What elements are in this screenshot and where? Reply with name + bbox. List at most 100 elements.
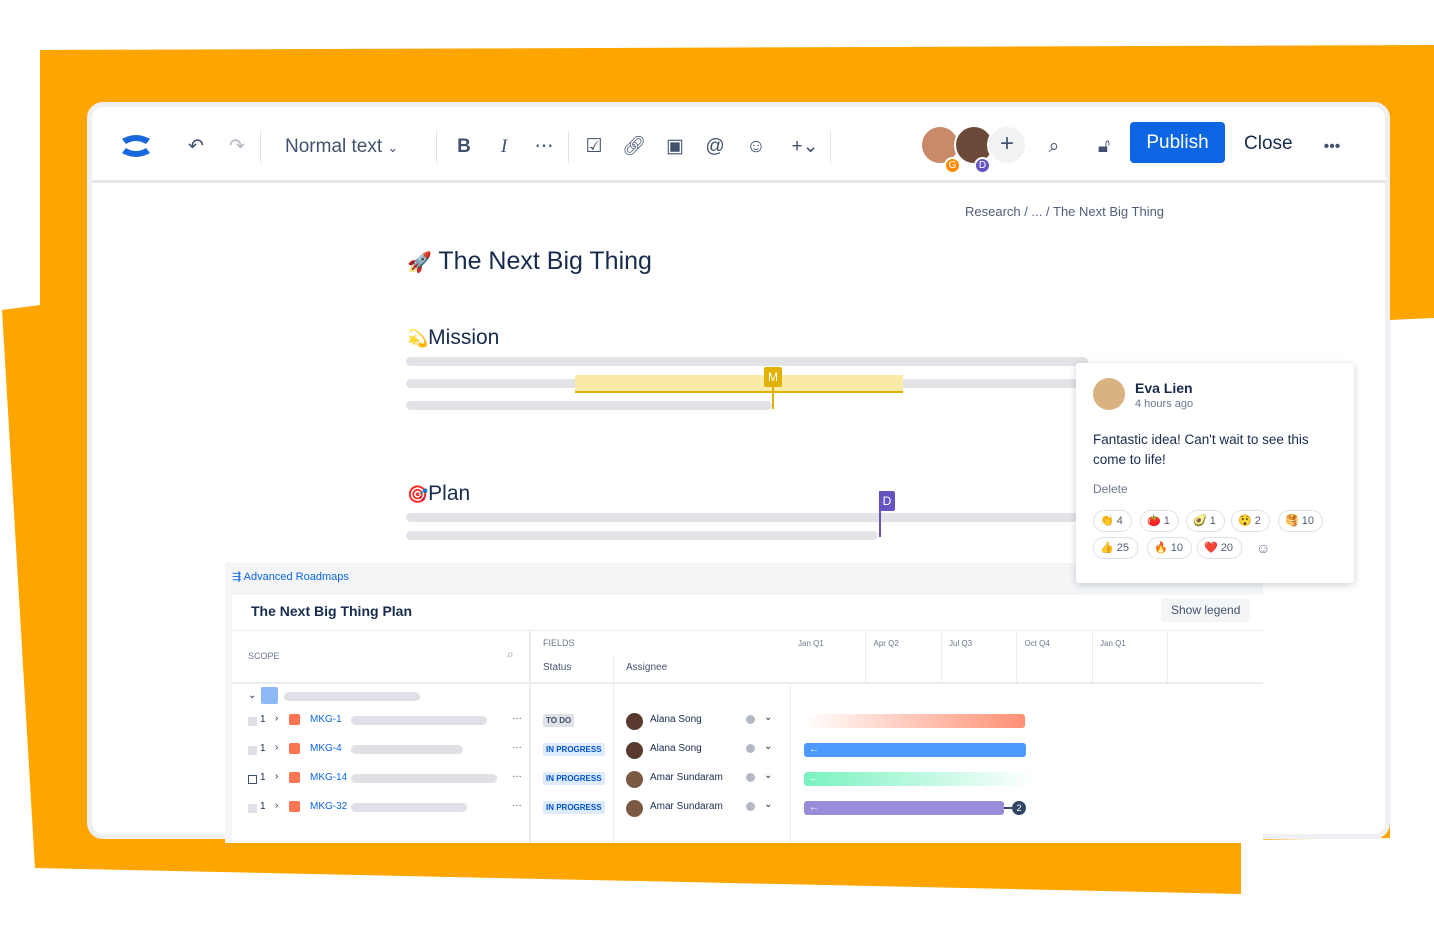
row-checkbox[interactable]: [248, 775, 257, 784]
reaction-count: 20: [1220, 542, 1234, 554]
expand-chevron-icon[interactable]: ⌄: [248, 690, 256, 701]
clear-assignee-icon[interactable]: [746, 773, 755, 782]
placeholder-line: [406, 357, 1088, 366]
row-more-icon[interactable]: …: [512, 769, 522, 780]
scope-header: SCOPE: [248, 651, 280, 661]
close-button[interactable]: Close: [1244, 133, 1293, 155]
row-more-icon[interactable]: …: [512, 711, 522, 722]
epic-icon: [289, 772, 300, 783]
row-checkbox[interactable]: [248, 746, 257, 755]
table-row[interactable]: 1 › MKG-32 … IN PROGRESS Amar Sundaram ⌄…: [232, 795, 1263, 824]
placeholder-line: [351, 745, 463, 754]
table-row[interactable]: 1 › MKG-1 … TO DO Alana Song ⌄: [232, 708, 1263, 737]
divider: [260, 131, 261, 163]
clear-assignee-icon[interactable]: [746, 802, 755, 811]
target-icon: 🎯: [407, 485, 429, 504]
reaction-pill[interactable]: 🔥 10: [1147, 537, 1193, 559]
publish-button[interactable]: Publish: [1130, 122, 1225, 163]
row-more-icon[interactable]: …: [512, 740, 522, 751]
redo-icon[interactable]: ↷: [225, 133, 249, 161]
table-row[interactable]: 1 › MKG-4 … IN PROGRESS Alana Song ⌄ ←: [232, 737, 1263, 766]
status-lozenge[interactable]: IN PROGRESS: [543, 801, 605, 814]
status-lozenge[interactable]: IN PROGRESS: [543, 743, 605, 756]
scope-search-icon[interactable]: ⌕: [507, 647, 514, 662]
highlighted-text[interactable]: [575, 375, 903, 393]
assignee-dropdown-chevron-icon[interactable]: ⌄: [764, 712, 772, 723]
reaction-count: 1: [1209, 515, 1216, 527]
epic-icon: [289, 801, 300, 812]
row-checkbox[interactable]: [248, 717, 257, 726]
reaction-count: 4: [1116, 515, 1123, 527]
expand-row-chevron-icon[interactable]: ›: [275, 713, 278, 724]
delete-comment-link[interactable]: Delete: [1093, 482, 1128, 496]
divider: [232, 630, 1263, 631]
placeholder-line: [406, 513, 1078, 522]
image-icon[interactable]: ▣: [663, 133, 687, 161]
status-lozenge[interactable]: TO DO: [543, 714, 575, 727]
issue-key-link[interactable]: MKG-4: [310, 743, 342, 754]
timeline-bar[interactable]: ←: [804, 772, 1034, 786]
roadmap-embed: ⇶ Advanced Roadmaps The Next Big Thing P…: [225, 563, 1263, 843]
reaction-pill[interactable]: 👏 4: [1093, 510, 1132, 532]
status-column-header: Status: [543, 662, 572, 673]
reaction-emoji-icon: 🥑: [1193, 515, 1207, 527]
epic-icon: [289, 714, 300, 725]
timeline-bar[interactable]: ←: [804, 801, 1004, 815]
expand-row-chevron-icon[interactable]: ›: [275, 742, 278, 753]
issue-key-link[interactable]: MKG-1: [310, 714, 342, 725]
clear-assignee-icon[interactable]: [746, 744, 755, 753]
expand-row-chevron-icon[interactable]: ›: [275, 800, 278, 811]
assignee-dropdown-chevron-icon[interactable]: ⌄: [764, 741, 772, 752]
invite-plus-icon[interactable]: +: [987, 125, 1027, 165]
clear-assignee-icon[interactable]: [746, 715, 755, 724]
emoji-icon[interactable]: ☺: [744, 133, 768, 161]
text-style-dropdown[interactable]: Normal text ⌄: [285, 133, 398, 161]
mission-heading[interactable]: 💫Mission: [407, 326, 499, 350]
reaction-count: 25: [1116, 542, 1130, 554]
roadmap-app-link[interactable]: ⇶ Advanced Roadmaps: [232, 570, 349, 583]
reaction-pill[interactable]: ❤️ 20: [1197, 537, 1243, 559]
insert-plus-icon[interactable]: +⌄: [785, 133, 825, 161]
assignee-dropdown-chevron-icon[interactable]: ⌄: [764, 799, 772, 810]
status-lozenge[interactable]: IN PROGRESS: [543, 772, 605, 785]
show-legend-button[interactable]: Show legend: [1161, 598, 1251, 622]
plan-heading-text: Plan: [428, 482, 471, 505]
checkbox-icon[interactable]: ☑: [582, 133, 606, 161]
comment-author: Eva Lien: [1135, 380, 1193, 396]
timeline-bar[interactable]: [804, 714, 1025, 728]
expand-row-chevron-icon[interactable]: ›: [275, 771, 278, 782]
reaction-pill[interactable]: 😲 2: [1231, 510, 1270, 532]
breadcrumb-current[interactable]: The Next Big Thing: [1053, 204, 1164, 219]
link-icon[interactable]: 🔗︎: [622, 133, 646, 161]
breadcrumb-ellipsis[interactable]: ...: [1032, 204, 1043, 219]
undo-icon[interactable]: ↶: [184, 133, 208, 161]
more-icon[interactable]: •••: [1317, 133, 1347, 161]
reaction-pill[interactable]: 🥑 1: [1186, 510, 1225, 532]
reaction-pill[interactable]: 🍅 1: [1140, 510, 1179, 532]
timeline-bar[interactable]: ←: [804, 743, 1026, 757]
reaction-emoji-icon: 😲: [1238, 515, 1252, 527]
dependency-badge[interactable]: 2: [1012, 801, 1026, 815]
reaction-pill[interactable]: 👍 25: [1093, 537, 1139, 559]
text-style-label: Normal text: [285, 136, 383, 157]
italic-icon[interactable]: I: [492, 133, 516, 161]
row-more-icon[interactable]: …: [512, 798, 522, 809]
breadcrumb-research[interactable]: Research: [965, 204, 1021, 219]
mention-icon[interactable]: @: [703, 133, 727, 161]
issue-key-link[interactable]: MKG-32: [310, 801, 347, 812]
divider: [436, 131, 437, 163]
confluence-logo[interactable]: [120, 131, 152, 161]
plan-heading[interactable]: 🎯Plan: [407, 482, 470, 506]
issue-key-link[interactable]: MKG-14: [310, 772, 347, 783]
reaction-pill[interactable]: 🥞 10: [1278, 510, 1324, 532]
row-checkbox[interactable]: [248, 804, 257, 813]
table-row[interactable]: 1 › MKG-14 … IN PROGRESS Amar Sundaram ⌄…: [232, 766, 1263, 795]
page-title[interactable]: 🚀 The Next Big Thing: [407, 247, 652, 276]
epic-icon: [289, 743, 300, 754]
unlock-icon[interactable]: 🔓︎: [1092, 133, 1116, 161]
bold-icon[interactable]: B: [452, 133, 476, 161]
search-icon[interactable]: ⌕: [1042, 133, 1066, 161]
assignee-dropdown-chevron-icon[interactable]: ⌄: [764, 770, 772, 781]
add-reaction-icon[interactable]: ☺: [1256, 540, 1270, 556]
more-formatting-icon[interactable]: ⋯: [532, 133, 556, 161]
